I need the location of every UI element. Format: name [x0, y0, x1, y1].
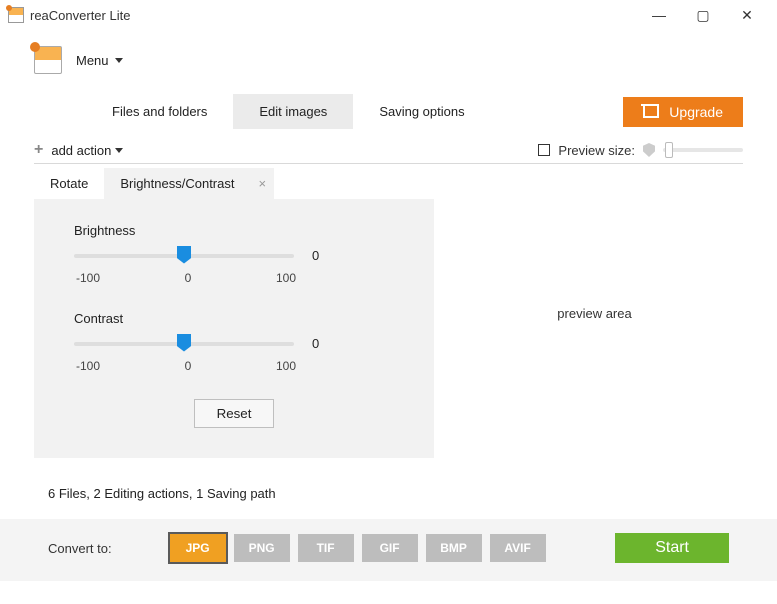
- contrast-scale: -100 0 100: [76, 359, 296, 373]
- top-nav: Files and folders Edit images Saving opt…: [0, 94, 777, 129]
- action-bar: + add action Preview size:: [34, 135, 743, 164]
- brightness-value: 0: [312, 248, 332, 263]
- reset-button[interactable]: Reset: [194, 399, 275, 428]
- titlebar: reaConverter Lite — ▢ ✕: [0, 0, 777, 30]
- preview-size-slider-thumb[interactable]: [665, 142, 673, 158]
- preview-size-slider[interactable]: [663, 148, 743, 152]
- preview-size-label: Preview size:: [558, 143, 635, 158]
- contrast-slider[interactable]: [74, 342, 294, 346]
- edit-panel: Rotate Brightness/Contrast × Brightness …: [34, 168, 434, 458]
- status-text: 6 Files, 2 Editing actions, 1 Saving pat…: [0, 458, 777, 511]
- contrast-group: Contrast 0 -100 0 100: [74, 311, 394, 373]
- tab-files-and-folders[interactable]: Files and folders: [86, 94, 233, 129]
- preview-size-checkbox[interactable]: [538, 144, 550, 156]
- upgrade-button[interactable]: Upgrade: [623, 97, 743, 127]
- add-action-dropdown[interactable]: + add action: [34, 141, 123, 159]
- add-action-label: add action: [51, 143, 111, 158]
- contrast-slider-thumb[interactable]: [177, 334, 191, 352]
- app-logo-icon: [34, 46, 62, 74]
- tab-edit-images[interactable]: Edit images: [233, 94, 353, 129]
- format-png[interactable]: PNG: [234, 534, 290, 562]
- contrast-value: 0: [312, 336, 332, 351]
- preview-area-label: preview area: [557, 306, 631, 321]
- format-gif[interactable]: GIF: [362, 534, 418, 562]
- tab-saving-options[interactable]: Saving options: [353, 94, 490, 129]
- maximize-button[interactable]: ▢: [681, 0, 725, 30]
- window-title: reaConverter Lite: [30, 8, 130, 23]
- upgrade-label: Upgrade: [669, 104, 723, 120]
- start-button[interactable]: Start: [615, 533, 729, 563]
- close-button[interactable]: ✕: [725, 0, 769, 30]
- brightness-slider-thumb[interactable]: [177, 246, 191, 264]
- panel-tab-close[interactable]: ×: [250, 168, 274, 199]
- panel-tab-rotate[interactable]: Rotate: [34, 168, 104, 199]
- minimize-button[interactable]: —: [637, 0, 681, 30]
- format-bmp[interactable]: BMP: [426, 534, 482, 562]
- contrast-label: Contrast: [74, 311, 394, 326]
- brightness-scale: -100 0 100: [76, 271, 296, 285]
- app-icon: [8, 7, 24, 23]
- menubar: Menu: [0, 30, 777, 84]
- menu-dropdown[interactable]: Menu: [76, 53, 123, 68]
- window-controls: — ▢ ✕: [637, 0, 769, 30]
- brightness-slider[interactable]: [74, 254, 294, 258]
- format-jpg[interactable]: JPG: [170, 534, 226, 562]
- footer: Convert to: JPG PNG TIF GIF BMP AVIF Sta…: [0, 519, 777, 581]
- format-avif[interactable]: AVIF: [490, 534, 546, 562]
- panel-tab-brightness-contrast[interactable]: Brightness/Contrast: [104, 168, 250, 199]
- brightness-group: Brightness 0 -100 0 100: [74, 223, 394, 285]
- panel-tabs: Rotate Brightness/Contrast ×: [34, 168, 434, 199]
- chevron-down-icon: [115, 58, 123, 63]
- convert-to-label: Convert to:: [48, 541, 112, 556]
- brightness-label: Brightness: [74, 223, 394, 238]
- preview-area: preview area: [446, 168, 743, 458]
- work-area: Rotate Brightness/Contrast × Brightness …: [0, 168, 777, 458]
- menu-label: Menu: [76, 53, 109, 68]
- plus-icon: +: [34, 141, 43, 159]
- cart-icon: [643, 106, 659, 118]
- chevron-down-icon: [115, 148, 123, 153]
- format-tif[interactable]: TIF: [298, 534, 354, 562]
- shield-icon: [643, 143, 655, 157]
